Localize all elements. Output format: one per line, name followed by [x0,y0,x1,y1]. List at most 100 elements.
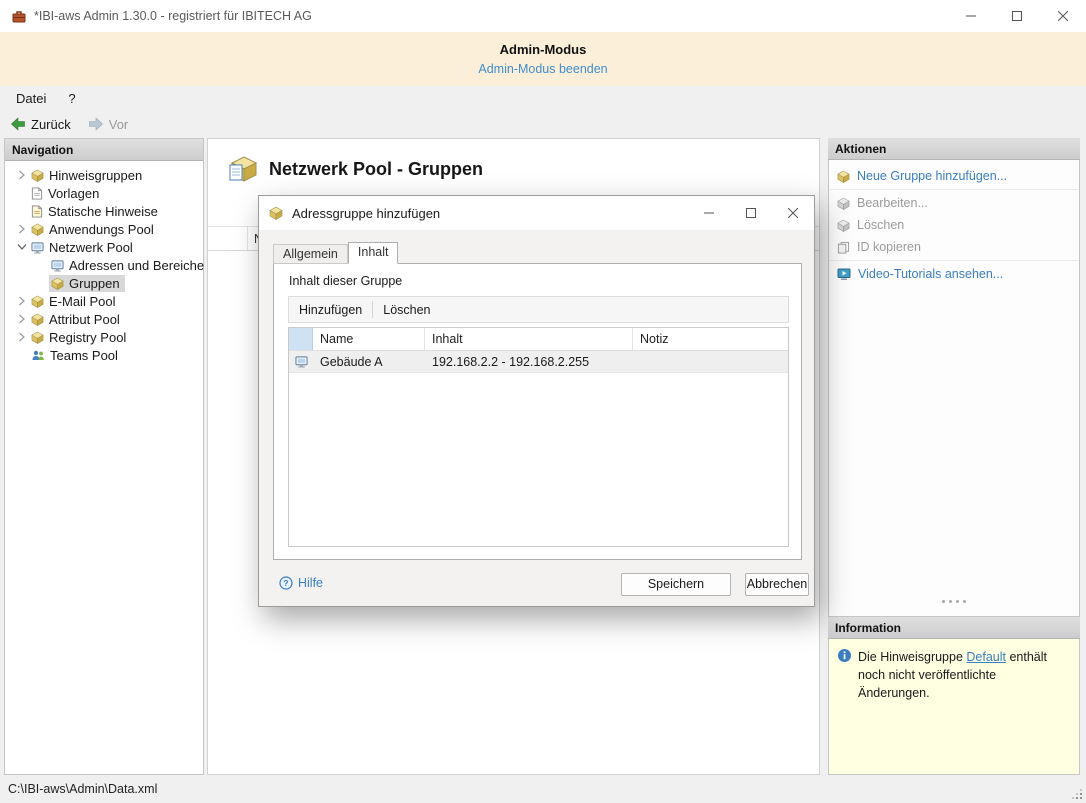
edit-icon [837,197,850,210]
pool-icon [31,295,44,308]
menu-datei[interactable]: Datei [5,88,57,109]
menu-help[interactable]: ? [57,88,86,109]
chevron-down-icon[interactable] [15,243,29,251]
static-note-icon [31,204,43,218]
page-title-row: Netzwerk Pool - Gruppen [208,139,819,183]
grid-selector-header [289,328,313,350]
template-icon [31,186,43,200]
tree-item-label: Registry Pool [49,329,127,345]
resize-grip[interactable] [1070,787,1082,799]
add-entry-button[interactable]: Hinzufügen [289,299,372,321]
dialog-window-controls [688,196,814,230]
tree-item-label: Teams Pool [50,347,118,363]
tree-item-label: Gruppen [69,275,120,291]
column-header-notiz[interactable]: Notiz [633,328,788,350]
save-button[interactable]: Speichern [621,573,731,596]
row-selector-column [208,227,248,250]
forward-button[interactable]: Vor [81,115,136,134]
chevron-right-icon[interactable] [15,296,29,306]
action-label: Video-Tutorials ansehen... [858,267,1004,281]
tree-item-anwendungs-pool[interactable]: Anwendungs Pool [5,220,203,238]
forward-button-label: Vor [108,116,129,132]
tree-item-hinweisgruppen[interactable]: Hinweisgruppen [5,166,203,184]
window-titlebar: *IBI-aws Admin 1.30.0 - registriert für … [0,0,1086,32]
row-icon-cell [289,351,313,372]
help-link[interactable]: ? Hilfe [279,576,323,590]
actions-header: Aktionen [828,138,1080,160]
maximize-button[interactable] [994,0,1040,32]
dialog-maximize-button[interactable] [730,196,772,230]
pool-icon [31,331,44,344]
table-row[interactable]: Gebäude A 192.168.2.2 - 192.168.2.255 [289,351,788,373]
tree-item-label: E-Mail Pool [49,293,116,309]
navigation-header: Navigation [5,139,203,161]
group-content-label: Inhalt dieser Gruppe [289,274,403,288]
menu-bar: Datei ? [0,86,1086,110]
column-header-inhalt[interactable]: Inhalt [425,328,633,350]
page-title: Netzwerk Pool - Gruppen [269,158,484,179]
pool-icon [31,223,44,236]
tree-item-label: Vorlagen [48,185,100,201]
tree-item-gruppen[interactable]: Gruppen [5,274,203,292]
addresses-icon [51,259,64,272]
default-group-link[interactable]: Default [966,650,1006,664]
adressgruppe-dialog: Adressgruppe hinzufügen Allgemein Inhalt… [258,195,815,607]
tree-item-label: Hinweisgruppen [49,167,143,183]
tree-item-label: Attribut Pool [49,311,120,327]
admin-mode-exit-link[interactable]: Admin-Modus beenden [478,62,607,76]
dialog-minimize-button[interactable] [688,196,730,230]
delete-icon [837,219,850,232]
tree-item-registry-pool[interactable]: Registry Pool [5,328,203,346]
dialog-close-button[interactable] [772,196,814,230]
tree-item-vorlagen[interactable]: Vorlagen [5,184,203,202]
tree-item-attribut-pool[interactable]: Attribut Pool [5,310,203,328]
pool-icon [31,169,44,182]
right-sidebar: Aktionen Neue Gruppe hinzufügen... Bearb… [828,138,1080,775]
close-button[interactable] [1040,0,1086,32]
action-video-tutorials[interactable]: Video-Tutorials ansehen... [829,263,1079,285]
tree-item-statische-hinweise[interactable]: Statische Hinweise [5,202,203,220]
navigation-toolbar: Zurück Vor [0,110,1086,138]
admin-mode-title: Admin-Modus [499,42,587,57]
tree-item-email-pool[interactable]: E-Mail Pool [5,292,203,310]
tree-item-label: Anwendungs Pool [49,221,154,237]
cell-inhalt: 192.168.2.2 - 192.168.2.255 [432,354,590,369]
action-copy-id[interactable]: ID kopieren [829,236,1079,258]
tree-item-teams-pool[interactable]: Teams Pool [5,346,203,364]
information-header: Information [828,617,1080,639]
dialog-tabs: Allgemein Inhalt [273,242,399,264]
column-header-name[interactable]: Name [313,328,425,350]
help-label: Hilfe [298,576,324,590]
dialog-titlebar: Adressgruppe hinzufügen [259,196,814,230]
navigation-panel: Navigation Hinweisgruppen Vorlagen Stati… [4,138,204,775]
tree-item-adressen-und-bereiche[interactable]: Adressen und Bereiche [5,256,204,274]
action-delete[interactable]: Löschen [829,214,1079,236]
tab-inhalt[interactable]: Inhalt [347,242,399,264]
action-edit[interactable]: Bearbeiten... [829,192,1079,214]
delete-entry-button[interactable]: Löschen [373,299,440,321]
tab-panel-inhalt: Inhalt dieser Gruppe Hinzufügen Löschen … [273,263,802,560]
chevron-right-icon[interactable] [15,332,29,342]
copy-icon [837,241,850,254]
cancel-button[interactable]: Abbrechen [745,573,809,596]
pool-icon [31,313,44,326]
window-title: *IBI-aws Admin 1.30.0 - registriert für … [34,9,312,23]
help-icon: ? [279,576,293,590]
admin-mode-banner: Admin-Modus Admin-Modus beenden [0,32,1086,86]
info-icon [837,648,852,663]
app-icon [12,10,26,23]
teams-icon [31,349,45,362]
tree-item-netzwerk-pool[interactable]: Netzwerk Pool [5,238,203,256]
address-range-icon [294,355,308,368]
netzwerk-pool-page-icon [228,155,258,183]
minimize-button[interactable] [948,0,994,32]
information-text: Die Hinweisgruppe Default enthält noch n… [858,648,1071,702]
action-new-group[interactable]: Neue Gruppe hinzufügen... [829,165,1079,187]
panel-splitter-handle[interactable] [828,600,1080,603]
back-button[interactable]: Zurück [3,115,78,134]
chevron-right-icon[interactable] [15,224,29,234]
chevron-right-icon[interactable] [15,314,29,324]
tab-allgemein[interactable]: Allgemein [273,244,348,264]
chevron-right-icon[interactable] [15,170,29,180]
tree-item-label: Netzwerk Pool [49,239,133,255]
